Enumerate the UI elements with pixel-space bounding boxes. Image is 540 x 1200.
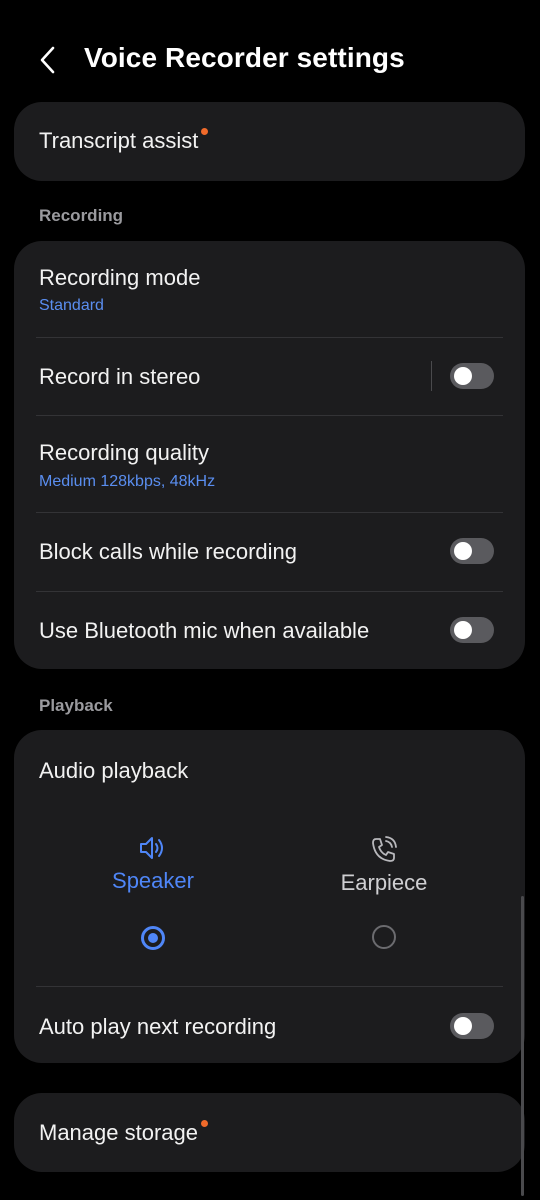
block-calls-toggle[interactable] [450,538,494,564]
vertical-separator [431,361,432,391]
playback-settings-card: Audio playback Speaker Earpiece Auto pla… [14,730,525,1063]
transcript-assist-row: Transcript assist [39,128,209,154]
speaker-option[interactable]: Speaker [63,834,243,894]
transcript-assist-label: Transcript assist [39,128,199,153]
bluetooth-mic-title: Use Bluetooth mic when available [39,618,370,643]
record-in-stereo-title: Record in stereo [39,364,201,389]
bluetooth-mic-item[interactable]: Use Bluetooth mic when available [14,592,525,669]
recording-mode-title: Recording mode [39,265,201,290]
auto-play-item[interactable]: Auto play next recording [14,987,525,1063]
speaker-icon [140,837,163,859]
back-button[interactable] [28,40,68,80]
manage-storage-label: Manage storage [39,1120,198,1145]
recording-quality-item[interactable]: Recording quality Medium 128kbps, 48kHz [14,416,525,512]
toggle-knob [454,621,472,639]
chevron-left-icon [40,46,55,74]
recording-settings-card: Recording mode Standard Record in stereo… [14,241,525,669]
recording-mode-item[interactable]: Recording mode Standard [14,241,525,337]
toggle-knob [454,1017,472,1035]
toggle-knob [454,367,472,385]
new-badge-dot [201,128,209,135]
speaker-radio[interactable] [141,926,165,950]
recording-mode-value: Standard [39,297,104,314]
phone-call-icon [372,836,397,862]
audio-playback-title: Audio playback [39,758,189,783]
earpiece-radio[interactable] [372,925,396,949]
earpiece-label: Earpiece [340,870,428,895]
block-calls-title: Block calls while recording [39,539,297,564]
block-calls-item[interactable]: Block calls while recording [14,513,525,591]
page-title: Voice Recorder settings [84,42,405,73]
manage-storage-row: Manage storage [39,1120,208,1146]
recording-quality-value: Medium 128kbps, 48kHz [39,473,216,490]
auto-play-toggle[interactable] [450,1013,494,1039]
scrollbar[interactable] [521,896,524,1196]
auto-play-title: Auto play next recording [39,1014,277,1039]
section-label-recording: Recording [39,206,124,225]
earpiece-option[interactable]: Earpiece [294,836,474,896]
record-in-stereo-item[interactable]: Record in stereo [14,338,525,415]
record-in-stereo-toggle[interactable] [450,363,494,389]
section-label-playback: Playback [39,696,113,715]
radio-inner-dot [148,933,158,943]
transcript-assist-card[interactable]: Transcript assist [14,102,525,181]
toggle-knob [454,542,472,560]
bluetooth-mic-toggle[interactable] [450,617,494,643]
new-badge-dot [201,1120,208,1127]
recording-quality-title: Recording quality [39,440,209,465]
manage-storage-card[interactable]: Manage storage [14,1093,525,1172]
speaker-label: Speaker [112,868,194,893]
